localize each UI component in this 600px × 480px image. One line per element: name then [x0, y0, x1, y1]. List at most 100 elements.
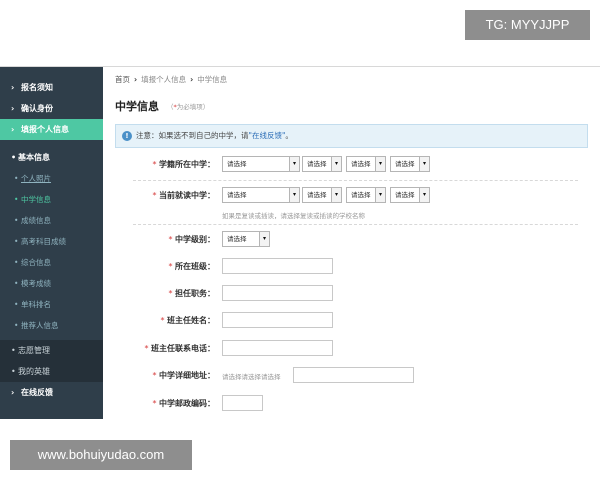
class-input[interactable] — [222, 258, 333, 274]
address-region-text: 请选择请选择请选择 — [222, 373, 281, 381]
current-school-select[interactable]: 请选择 ▾ — [390, 187, 430, 203]
position-label: * 担任职务： — [168, 289, 215, 298]
chevron-right-icon: › — [11, 83, 15, 92]
current-school-helper: 如果是复读或插读，请选择复读或插读的学校名称 — [222, 212, 365, 220]
chevron-down-icon: ▾ — [419, 188, 429, 202]
sidebar-item-label: 成绩信息 — [21, 216, 51, 225]
postcode-label: * 中学邮政编码： — [152, 399, 215, 408]
breadcrumb: 首页 › 填报个人信息 › 中学信息 — [115, 74, 227, 85]
sidebar-item-basic-info[interactable]: • 基本信息 — [0, 147, 103, 168]
sidebar-item-label: 高考科目成绩 — [21, 237, 66, 246]
chevron-down-icon: ▾ — [375, 188, 385, 202]
bullet-icon: • — [14, 279, 19, 288]
sidebar: › 报名须知 › 确认身份 › 填报个人信息 • 基本信息 • 个人照片 • 中学信息 • 成… — [0, 67, 103, 419]
bullet-icon: • — [14, 300, 19, 309]
sidebar-item-referrer-info[interactable]: • 推荐人信息 — [0, 315, 103, 336]
city-select[interactable]: 请选择 ▾ — [302, 156, 342, 172]
bullet-icon: • — [14, 174, 19, 183]
class-label: * 所在班级： — [168, 262, 215, 271]
sidebar-item-comprehensive-info[interactable]: • 综合信息 — [0, 252, 103, 273]
chevron-down-icon: ▾ — [289, 188, 299, 202]
breadcrumb-separator: › — [190, 75, 194, 84]
required-hint: （*为必填项） — [167, 103, 210, 111]
app-screen: › 报名须知 › 确认身份 › 填报个人信息 • 基本信息 • 个人照片 • 中学信息 • 成… — [0, 66, 600, 419]
sidebar-item-confirm-identity[interactable]: › 确认身份 — [0, 98, 103, 119]
bullet-icon: • — [11, 153, 17, 162]
chevron-down-icon: ▾ — [259, 232, 269, 246]
teacher-name-label: * 班主任姓名： — [160, 316, 215, 325]
sidebar-item-photo[interactable]: • 个人照片 — [0, 168, 103, 189]
chevron-right-icon: › — [11, 104, 15, 113]
district-select[interactable]: 请选择 ▾ — [346, 156, 386, 172]
breadcrumb-current: 中学信息 — [197, 75, 228, 84]
bullet-icon: • — [11, 346, 16, 355]
sidebar-item-label: 我的英雄 — [18, 367, 50, 376]
breadcrumb-separator: › — [134, 75, 138, 84]
current-province-select[interactable]: 请选择 ▾ — [222, 187, 300, 203]
bullet-icon: • — [14, 258, 19, 267]
chevron-down-icon: ▾ — [331, 157, 341, 171]
sidebar-item-label: 填报个人信息 — [21, 125, 69, 134]
school-level-label: * 中学级别： — [168, 235, 215, 244]
chevron-right-icon: › — [11, 125, 15, 134]
main-content: 首页 › 填报个人信息 › 中学信息 中学信息 （*为必填项） ! 注意：如果选不到自己… — [103, 67, 600, 419]
sidebar-item-label: 确认身份 — [21, 104, 53, 113]
teacher-phone-input[interactable] — [222, 340, 333, 356]
row-divider — [133, 224, 578, 225]
sidebar-item-online-feedback[interactable]: › 在线反馈 — [0, 382, 103, 403]
current-school-label: * 当前就读中学： — [152, 191, 215, 200]
bullet-icon: • — [14, 237, 19, 246]
url-watermark: www.bohuiyudao.com — [10, 440, 192, 470]
address-label: * 中学详细地址： — [152, 371, 215, 380]
school-select[interactable]: 请选择 ▾ — [390, 156, 430, 172]
sidebar-item-registration-notice[interactable]: › 报名须知 — [0, 77, 103, 98]
required-hint-text: 为必填项 — [176, 103, 203, 111]
sidebar-item-label: 中学信息 — [21, 195, 51, 204]
info-icon: ! — [122, 131, 132, 141]
school-level-select[interactable]: 请选择 ▾ — [222, 231, 270, 247]
bullet-icon: • — [11, 367, 16, 376]
postcode-input[interactable] — [222, 395, 263, 411]
sidebar-item-label: 综合信息 — [21, 258, 51, 267]
bullet-icon: • — [14, 195, 19, 204]
current-district-select[interactable]: 请选择 ▾ — [346, 187, 386, 203]
teacher-name-input[interactable] — [222, 312, 333, 328]
online-feedback-link[interactable]: "在线反馈" — [249, 131, 286, 140]
address-input[interactable] — [293, 367, 414, 383]
sidebar-item-my-hero[interactable]: • 我的英雄 — [0, 361, 103, 382]
sidebar-item-preferences[interactable]: • 志愿管理 — [0, 340, 103, 361]
sidebar-item-subject-rank[interactable]: • 单科排名 — [0, 294, 103, 315]
sidebar-item-grades[interactable]: • 成绩信息 — [0, 210, 103, 231]
sidebar-item-label: 单科排名 — [21, 300, 51, 309]
sidebar-item-label: 推荐人信息 — [21, 321, 59, 330]
page-title: 中学信息 — [115, 100, 159, 113]
row-divider — [133, 180, 578, 181]
sidebar-item-label: 志愿管理 — [18, 346, 50, 355]
sidebar-item-label: 个人照片 — [21, 174, 51, 183]
bullet-icon: • — [14, 321, 19, 330]
school-location-label: * 学籍所在中学： — [152, 160, 215, 169]
sidebar-item-label: 模考成绩 — [21, 279, 51, 288]
breadcrumb-step-link[interactable]: 填报个人信息 — [141, 75, 186, 84]
chevron-down-icon: ▾ — [331, 188, 341, 202]
current-city-select[interactable]: 请选择 ▾ — [302, 187, 342, 203]
chevron-right-icon: › — [11, 388, 15, 397]
sidebar-item-label: 基本信息 — [18, 153, 50, 162]
notice-tail: 。 — [285, 131, 293, 140]
bullet-icon: • — [14, 216, 19, 225]
chevron-down-icon: ▾ — [419, 157, 429, 171]
position-input[interactable] — [222, 285, 333, 301]
chevron-down-icon: ▾ — [375, 157, 385, 171]
sidebar-item-personal-info[interactable]: › 填报个人信息 — [0, 119, 103, 140]
sidebar-item-exam-scores[interactable]: • 高考科目成绩 — [0, 231, 103, 252]
notice-banner: ! 注意：如果选不到自己的中学，请"在线反馈"。 — [115, 124, 588, 148]
sidebar-item-mock-scores[interactable]: • 模考成绩 — [0, 273, 103, 294]
notice-text: 注意：如果选不到自己的中学，请 — [136, 131, 249, 140]
chevron-down-icon: ▾ — [289, 157, 299, 171]
province-select[interactable]: 请选择 ▾ — [222, 156, 300, 172]
breadcrumb-home-link[interactable]: 首页 — [115, 75, 130, 84]
sidebar-item-label: 报名须知 — [21, 83, 53, 92]
teacher-phone-label: * 班主任联系电话： — [144, 344, 215, 353]
sidebar-item-school-info[interactable]: • 中学信息 — [0, 189, 103, 210]
sidebar-item-label: 在线反馈 — [21, 388, 53, 397]
